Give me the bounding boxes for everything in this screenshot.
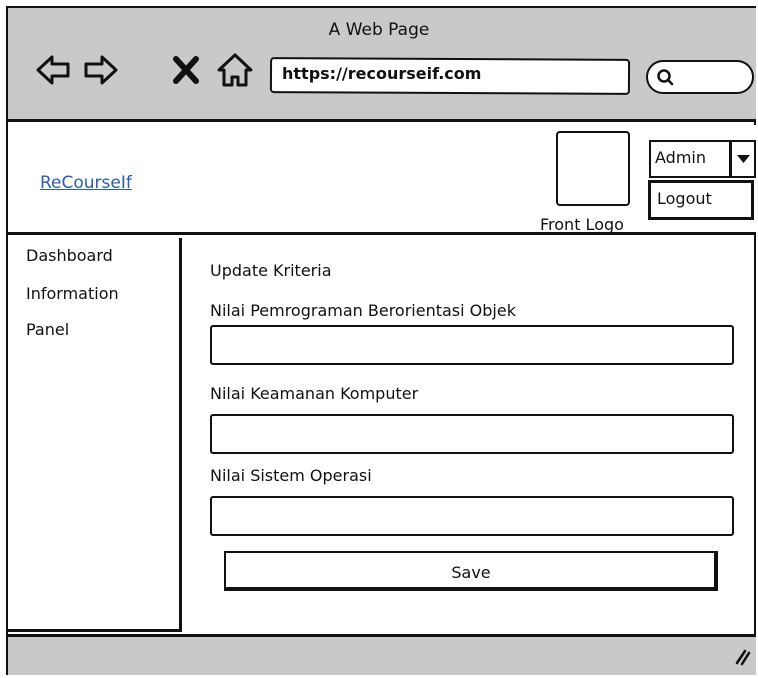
sidebar-item-dashboard[interactable]: Dashboard xyxy=(26,246,113,265)
user-menu-selected: Admin xyxy=(655,148,706,167)
status-bar xyxy=(8,634,756,675)
field-label-pbo: Nilai Pemrograman Berorientasi Objek xyxy=(210,301,516,320)
sidebar-item-information[interactable]: Information xyxy=(26,284,119,303)
front-logo-placeholder xyxy=(556,131,630,206)
forward-arrow-icon[interactable] xyxy=(80,50,120,90)
form-title: Update Kriteria xyxy=(210,261,332,280)
resize-grip-icon[interactable] xyxy=(734,644,752,666)
window-title: A Web Page xyxy=(328,20,430,40)
brand-link[interactable]: ReCourseIf xyxy=(40,173,132,193)
field-label-sistem-operasi: Nilai Sistem Operasi xyxy=(210,466,372,485)
input-nilai-keamanan[interactable] xyxy=(210,414,734,454)
search-icon xyxy=(657,69,674,86)
field-label-keamanan: Nilai Keamanan Komputer xyxy=(210,384,419,403)
home-icon[interactable] xyxy=(215,50,255,90)
chevron-down-icon xyxy=(737,155,750,163)
input-nilai-sistem-operasi[interactable] xyxy=(210,496,734,536)
stop-icon[interactable] xyxy=(168,50,208,90)
save-button-label: Save xyxy=(451,563,491,582)
logout-label: Logout xyxy=(657,189,712,208)
sidebar-item-panel[interactable]: Panel xyxy=(26,320,69,339)
user-menu-dropdown-button[interactable] xyxy=(730,140,756,178)
input-nilai-pbo[interactable] xyxy=(210,325,734,365)
front-logo-label: Front Logo xyxy=(540,215,624,234)
back-arrow-icon[interactable] xyxy=(34,50,74,90)
address-bar-text: https://recourseif.com xyxy=(282,64,482,83)
